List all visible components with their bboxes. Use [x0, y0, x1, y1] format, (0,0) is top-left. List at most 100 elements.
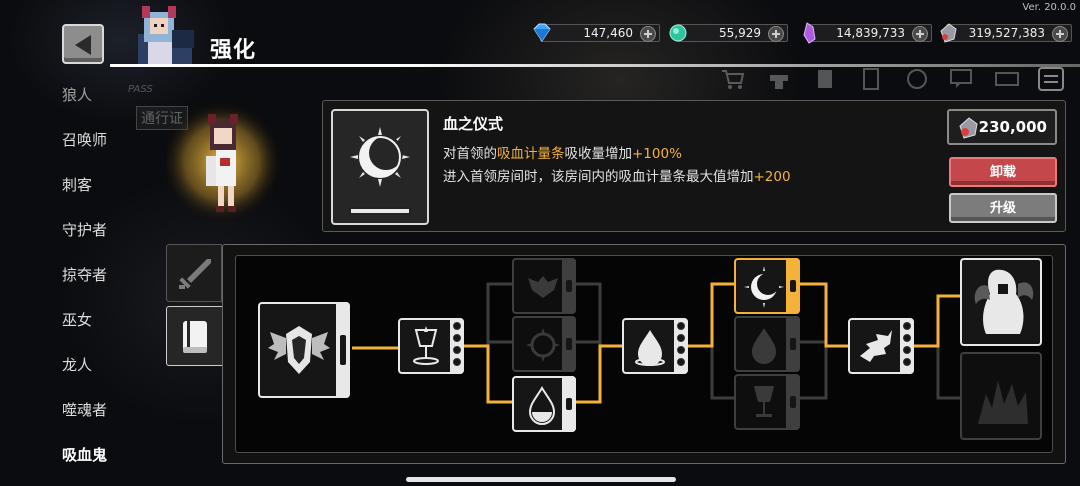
book-icon[interactable]: [812, 67, 838, 91]
add-diamond-button[interactable]: [640, 26, 656, 42]
add-purple-crystal-button[interactable]: [912, 26, 928, 42]
soul-stone-icon: [940, 23, 957, 43]
winged-crest-icon: [268, 326, 330, 374]
anvil-icon[interactable]: [766, 67, 792, 91]
feather-burst-icon: [860, 330, 892, 362]
skill-node-drop-1[interactable]: [512, 376, 576, 432]
sidebar-item-dragonkin[interactable]: 龙人: [62, 354, 92, 375]
add-emerald-button[interactable]: [768, 26, 784, 42]
thorn-ring-icon: [526, 328, 560, 362]
top-menu-icons: [716, 64, 1080, 94]
node-level-pips: [900, 318, 914, 374]
skill-node-drop-2[interactable]: [622, 318, 688, 374]
level-pip: [453, 346, 461, 354]
node-level-pips: [450, 318, 464, 374]
skill-description-line-1: 对首领的吸血计量条吸收量增加+100%: [443, 142, 682, 162]
vampire-character-sprite: [166, 100, 284, 224]
node-level-strip: [562, 258, 576, 314]
skill-node-moon-1[interactable]: [734, 258, 800, 314]
node-slot: [566, 338, 572, 350]
level-pip: [677, 322, 685, 330]
keyboard-icon[interactable]: [994, 67, 1020, 91]
dark-flame-icon: [978, 380, 1028, 424]
sidebar-item-plunderer[interactable]: 掠夺者: [62, 264, 107, 285]
skill-node-thorn-1[interactable]: [512, 316, 576, 372]
cost-amount: 230,000: [978, 118, 1047, 136]
sword-icon: [179, 259, 211, 289]
back-arrow-icon: [75, 35, 91, 55]
tab-skill-book[interactable]: [166, 306, 222, 366]
sidebar-item-guardian[interactable]: 守护者: [62, 219, 107, 240]
node-level-strip: [786, 258, 800, 314]
add-soul-stone-button[interactable]: [1052, 26, 1068, 42]
level-pip: [677, 334, 685, 342]
node-slot: [566, 398, 572, 410]
tab-weapon[interactable]: [166, 244, 222, 302]
upgrade-cost: 230,000: [947, 109, 1057, 145]
node-level-strip: [562, 316, 576, 372]
level-pip: [453, 334, 461, 342]
skill-node-flame-1[interactable]: [960, 352, 1042, 440]
skill-name: 血之仪式: [443, 115, 504, 133]
sidebar-item-assassin[interactable]: 刺客: [62, 174, 92, 195]
skill-node-vampire-1[interactable]: [960, 258, 1042, 346]
emerald-amount: 55,929: [719, 26, 761, 40]
desc1-middle: 吸收量增加: [564, 146, 633, 162]
sidebar-item-shrine-maiden[interactable]: 巫女: [62, 309, 92, 330]
upgrade-button[interactable]: 升级: [949, 193, 1057, 223]
node-level-strip: [336, 302, 350, 398]
level-pip: [903, 346, 911, 354]
sidebar-item-werewolf[interactable]: 狼人: [62, 84, 92, 105]
node-slot: [340, 335, 346, 365]
skill-icon-frame: [331, 109, 429, 225]
skill-node-goblet-1[interactable]: [398, 318, 464, 374]
level-pip: [903, 334, 911, 342]
node-slot: [566, 280, 572, 292]
sidebar-item-soul-eater[interactable]: 噬魂者: [62, 399, 107, 420]
skill-level-bar: [349, 207, 411, 215]
unload-button[interactable]: 卸载: [949, 157, 1057, 187]
skill-node-root[interactable]: [258, 302, 350, 398]
character-avatar: [138, 6, 194, 64]
chat-icon[interactable]: [948, 67, 974, 91]
skill-node-bat-1[interactable]: [512, 258, 576, 314]
emerald-icon: [669, 24, 687, 42]
blood-goblet-icon: [754, 386, 774, 417]
currency-soul-stone: 319,527,383: [940, 23, 1072, 43]
skill-tree-panel: [222, 244, 1066, 464]
purple-crystal-icon: [803, 22, 816, 44]
face-icon[interactable]: [904, 67, 930, 91]
back-button[interactable]: [62, 24, 104, 64]
diamond-amount: 147,460: [583, 26, 633, 40]
shop-cart-icon[interactable]: [720, 67, 746, 91]
skill-node-drop-3[interactable]: [734, 316, 800, 372]
sidebar-item-summoner[interactable]: 召唤师: [62, 129, 107, 150]
skill-book-icon: [183, 321, 207, 353]
purple-crystal-amount: 14,839,733: [836, 26, 905, 40]
page-title: 强化: [210, 38, 257, 63]
desc1-highlight: 吸血计量条: [497, 146, 565, 162]
level-pip: [677, 358, 685, 366]
crescent-moon-icon: [744, 266, 784, 308]
vampire-lady-icon: [974, 269, 1034, 334]
sidebar-item-vampire[interactable]: 吸血鬼: [62, 444, 107, 465]
menu-icon[interactable]: [1038, 67, 1064, 91]
node-level-strip: [562, 376, 576, 432]
desc2-text: 进入首领房间时，该房间内的吸血计量条最大值增加: [443, 169, 754, 185]
skill-node-feather-1[interactable]: [848, 318, 914, 374]
node-level-strip: [786, 316, 800, 372]
level-pip: [903, 358, 911, 366]
level-pip: [903, 322, 911, 330]
bat-silhouette-icon: [528, 276, 558, 298]
soul-stone-icon: [959, 117, 978, 139]
desc1-value: +100%: [632, 146, 682, 162]
skill-tree: [235, 255, 1053, 453]
blood-goblet-icon: [413, 326, 439, 365]
skill-node-goblet-2[interactable]: [734, 374, 800, 430]
card-icon[interactable]: [858, 67, 884, 91]
node-slot: [790, 338, 796, 350]
home-indicator[interactable]: [406, 477, 676, 482]
currency-diamond: 147,460: [533, 23, 660, 42]
currency-purple-crystal: 14,839,733: [803, 22, 932, 44]
node-slot: [790, 280, 796, 292]
